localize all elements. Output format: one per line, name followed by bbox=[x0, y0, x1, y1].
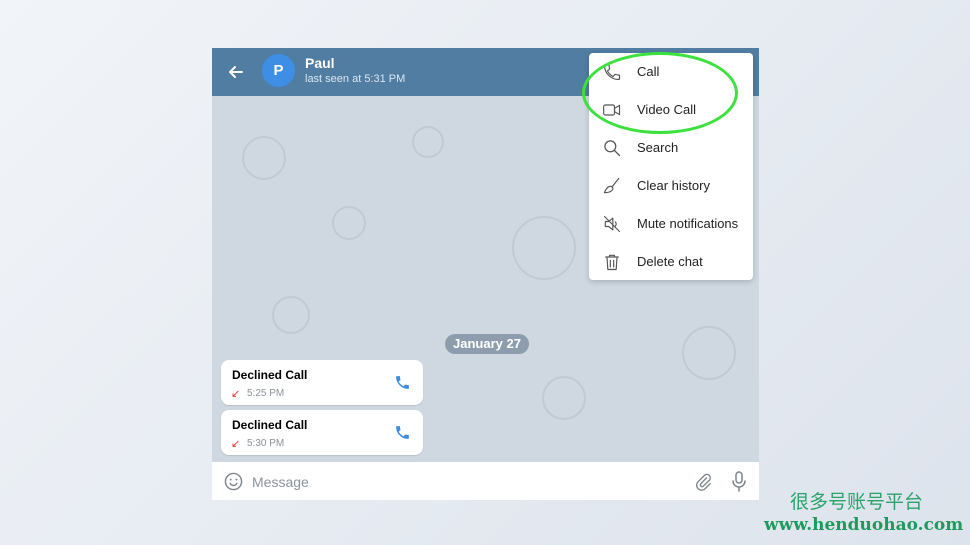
back-arrow-icon[interactable] bbox=[226, 62, 246, 82]
background-doodle bbox=[412, 126, 444, 158]
message-time: 5:30 PM bbox=[247, 438, 285, 449]
background-doodle bbox=[542, 376, 586, 420]
broom-icon bbox=[603, 177, 620, 194]
message-input[interactable] bbox=[250, 468, 674, 496]
contact-name[interactable]: Paul bbox=[305, 55, 335, 71]
menu-item-mute-notifications[interactable]: Mute notifications bbox=[589, 205, 753, 243]
emoji-icon[interactable] bbox=[224, 472, 243, 491]
background-doodle bbox=[682, 326, 736, 380]
microphone-icon[interactable] bbox=[730, 471, 748, 492]
menu-item-label: Search bbox=[637, 140, 679, 155]
declined-call-message[interactable]: Declined Call ↙ 5:30 PM bbox=[221, 410, 423, 455]
trash-icon bbox=[605, 254, 619, 271]
muted-speaker-icon bbox=[603, 215, 621, 233]
date-separator: January 27 bbox=[445, 334, 529, 354]
menu-item-label: Clear history bbox=[637, 178, 710, 193]
background-doodle bbox=[332, 206, 366, 240]
message-time: 5:25 PM bbox=[247, 388, 285, 399]
message-title: Declined Call bbox=[232, 418, 308, 432]
background-doodle bbox=[512, 216, 576, 280]
menu-item-label: Mute notifications bbox=[637, 216, 739, 231]
attachment-icon[interactable] bbox=[694, 472, 712, 491]
declined-arrow-icon: ↙ bbox=[231, 438, 241, 450]
menu-item-delete-chat[interactable]: Delete chat bbox=[589, 243, 753, 281]
menu-item-label: Delete chat bbox=[637, 254, 703, 269]
search-icon bbox=[604, 140, 621, 157]
background-doodle bbox=[242, 136, 286, 180]
watermark-url: www.henduohao.com bbox=[764, 515, 964, 535]
menu-item-search[interactable]: Search bbox=[589, 129, 753, 167]
phone-icon[interactable] bbox=[394, 424, 411, 441]
avatar[interactable]: P bbox=[262, 54, 295, 87]
background-doodle bbox=[272, 296, 310, 334]
message-title: Declined Call bbox=[232, 368, 308, 382]
last-seen-status: last seen at 5:31 PM bbox=[305, 73, 406, 85]
phone-icon[interactable] bbox=[394, 374, 411, 391]
message-composer bbox=[212, 462, 759, 500]
declined-arrow-icon: ↙ bbox=[231, 388, 241, 400]
declined-call-message[interactable]: Declined Call ↙ 5:25 PM bbox=[221, 360, 423, 405]
menu-item-clear-history[interactable]: Clear history bbox=[589, 167, 753, 205]
highlight-ellipse bbox=[582, 52, 738, 134]
watermark-text: 很多号账号平台 bbox=[790, 491, 924, 513]
